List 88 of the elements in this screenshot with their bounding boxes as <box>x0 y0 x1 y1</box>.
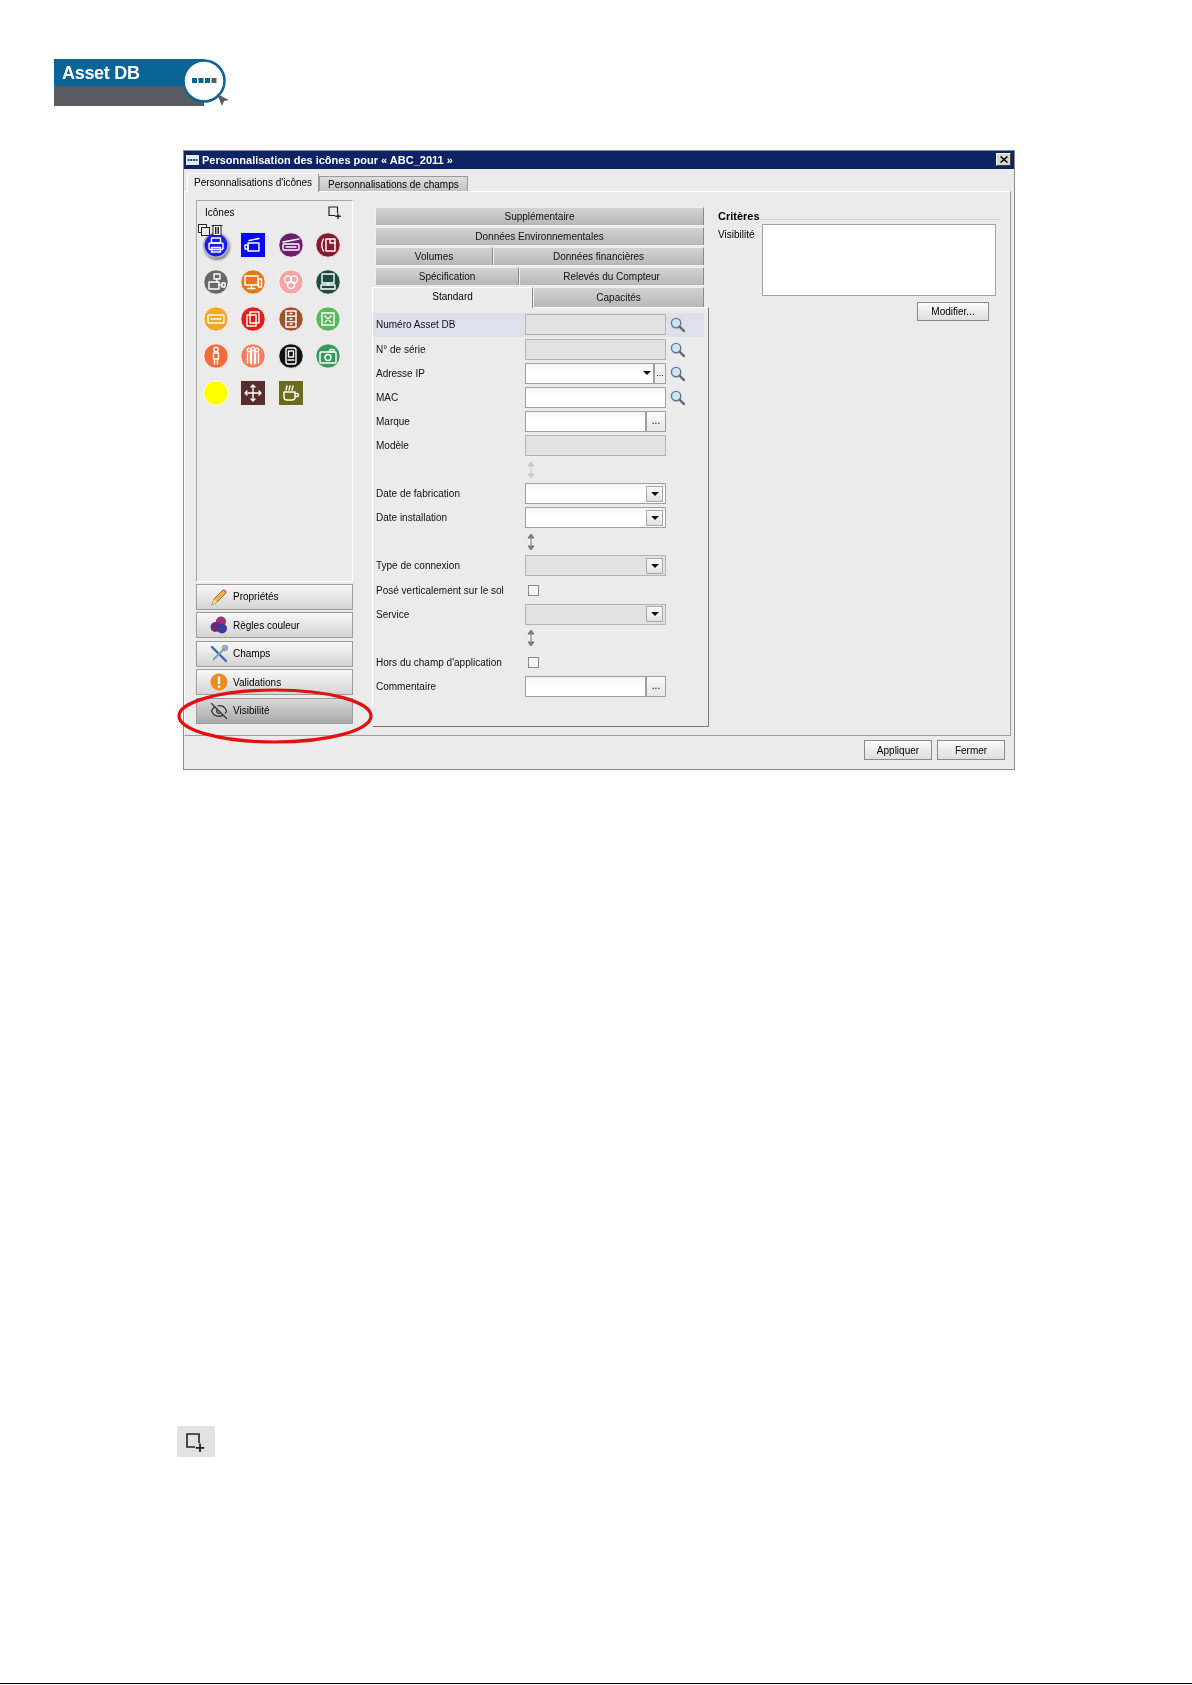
dropdown-arrow-icon <box>650 515 659 520</box>
add-icon[interactable] <box>328 206 341 220</box>
tab[interactable]: Volumes <box>375 246 494 265</box>
field-label: Service <box>376 607 410 622</box>
tab[interactable]: Standard <box>372 286 534 308</box>
field-label: Marque <box>376 414 410 429</box>
section-title: Critères <box>718 209 760 222</box>
vertical-arrows-icon[interactable] <box>527 532 535 551</box>
add-icon <box>177 1426 215 1457</box>
scanner-icon[interactable] <box>277 232 304 259</box>
section-button[interactable]: Propriétés <box>196 583 353 610</box>
text-field[interactable] <box>525 675 646 697</box>
vertical-arrows-icon[interactable] <box>527 629 535 648</box>
eye-slash-icon <box>210 701 228 720</box>
tab[interactable]: Supplémentaire <box>375 206 704 225</box>
browse-button[interactable]: ... <box>646 675 666 697</box>
window-title: Personnalisation des icônes pour « ABC_2011 » <box>202 152 453 168</box>
dropdown-field[interactable] <box>525 483 666 505</box>
field-label: Adresse IP <box>376 366 425 381</box>
tab[interactable]: Données Environnementales <box>375 226 704 245</box>
close-icon <box>999 156 1008 164</box>
section-button[interactable]: Visibilité <box>196 697 353 724</box>
app-icon <box>186 155 199 165</box>
people-icon[interactable] <box>240 343 266 370</box>
network-device-icon[interactable] <box>202 269 229 296</box>
projector-icon[interactable] <box>240 232 266 259</box>
device-icon[interactable] <box>277 343 304 370</box>
three-circles-icon[interactable] <box>277 269 304 296</box>
dropdown-field[interactable] <box>525 507 666 529</box>
field-label: Numéro Asset DB <box>376 318 456 333</box>
combo-field[interactable] <box>525 362 654 384</box>
dropdown-arrow-icon <box>650 491 659 496</box>
tab[interactable]: Personnalisations d'icônes <box>187 172 320 192</box>
pencil-icon <box>210 587 228 606</box>
tab[interactable]: Capacités <box>533 286 704 307</box>
close-button[interactable] <box>996 153 1011 167</box>
dropdown-arrow-icon <box>650 563 659 568</box>
tab[interactable]: Données financières <box>493 246 704 265</box>
computer-icon[interactable] <box>315 269 341 296</box>
dialog-button[interactable]: Fermer <box>937 740 1005 761</box>
field-label: MAC <box>376 390 399 405</box>
dropdown-arrow-icon <box>650 612 659 617</box>
tools-icon <box>210 644 228 663</box>
trash-icon[interactable] <box>211 223 223 236</box>
camera-icon[interactable] <box>315 343 341 370</box>
criteria-text-area[interactable] <box>762 223 996 296</box>
crossed-box-icon[interactable] <box>315 306 341 333</box>
modify-button[interactable]: Modifier... <box>917 301 989 321</box>
checkbox[interactable] <box>528 656 539 668</box>
cross-arrows-icon[interactable] <box>240 380 266 407</box>
field-label: Hors du champ d'application <box>376 655 502 670</box>
dropdown-button[interactable] <box>646 485 663 502</box>
search-icon[interactable] <box>670 365 685 381</box>
dropdown-button[interactable] <box>646 509 663 526</box>
section-button[interactable]: Champs <box>196 640 353 667</box>
tab[interactable]: Personnalisations de champs <box>319 175 468 191</box>
warning-icon <box>210 673 228 692</box>
section-button[interactable]: Règles couleur <box>196 612 353 639</box>
tab[interactable]: Relevés du Compteur <box>519 266 704 285</box>
field-label: Type de connexion <box>376 559 460 574</box>
search-icon[interactable] <box>670 389 685 405</box>
filing-cabinet-icon[interactable] <box>277 306 304 333</box>
checkbox[interactable] <box>528 584 539 596</box>
dropdown-arrow-icon <box>643 371 651 376</box>
text-field[interactable] <box>525 410 646 432</box>
browse-button[interactable]: ... <box>654 362 666 384</box>
tab[interactable]: Spécification <box>375 266 520 285</box>
field-label: Modèle <box>376 438 409 453</box>
browse-button[interactable]: ... <box>646 410 666 432</box>
logo-text: Asset DB <box>62 63 140 83</box>
text-field[interactable] <box>525 386 666 408</box>
field-label: Posé verticalement sur le sol <box>376 583 504 598</box>
field-label: Date installation <box>376 511 448 526</box>
fax-icon[interactable] <box>315 232 341 259</box>
dialog-button[interactable]: Appliquer <box>864 740 932 761</box>
logo-icon <box>182 59 230 107</box>
field-label: Date de fabrication <box>376 487 460 502</box>
pages-icon[interactable] <box>240 306 266 333</box>
monitor-icon[interactable] <box>240 269 266 296</box>
field-label: Commentaire <box>376 679 437 694</box>
copy-icon[interactable] <box>198 223 210 236</box>
section-button[interactable]: Validations <box>196 669 353 696</box>
cup-icon[interactable] <box>277 380 304 407</box>
field-label: N° de série <box>376 342 426 357</box>
person-icon[interactable] <box>202 343 229 370</box>
panel-title: Icônes <box>205 206 235 221</box>
field-label: Visibilité <box>718 227 756 242</box>
colored-balls-icon <box>210 616 228 635</box>
